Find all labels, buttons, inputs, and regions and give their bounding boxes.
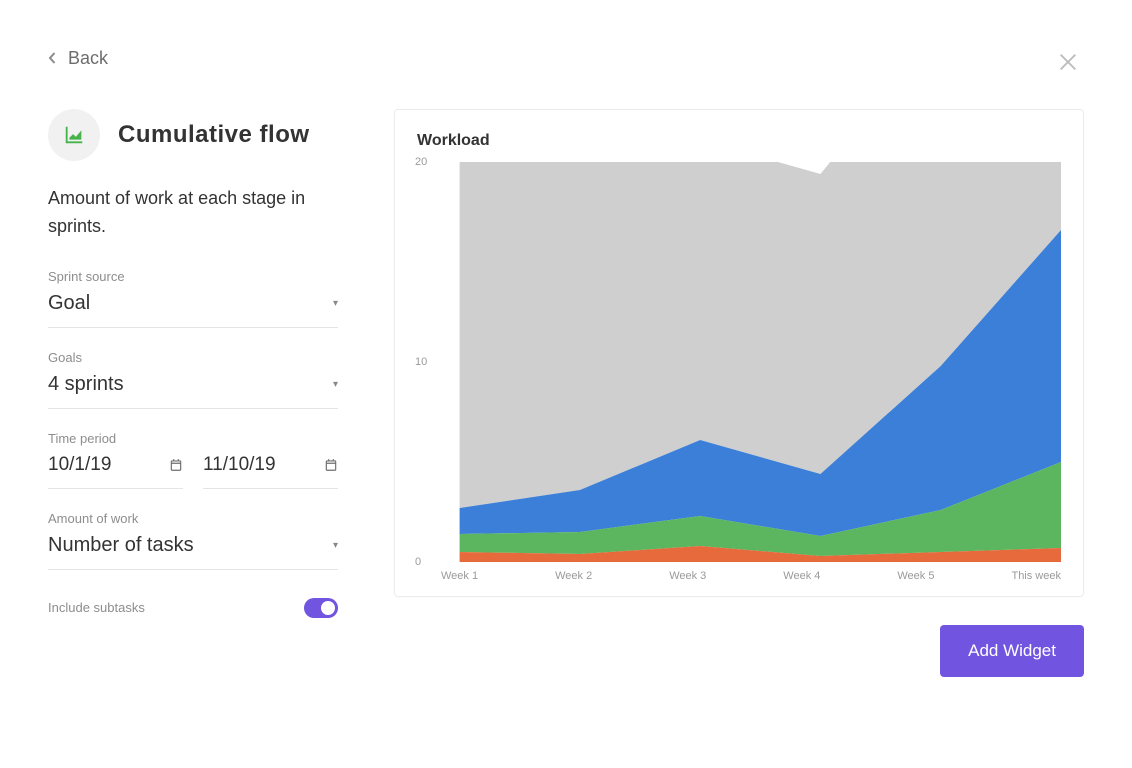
sprint-source-label: Sprint source [48,269,338,284]
chevron-down-icon: ▾ [333,379,338,390]
include-subtasks-toggle[interactable] [304,598,338,618]
chevron-down-icon: ▾ [333,298,338,309]
amount-of-work-select[interactable]: Number of tasks ▾ [48,534,338,570]
chart-title: Workload [417,132,1061,150]
date-to-value: 11/10/19 [203,454,276,476]
sprint-source-value: Goal [48,292,90,315]
back-label: Back [68,48,108,69]
area-chart-icon [48,109,100,161]
chart-x-ticks: Week 1Week 2Week 3Week 4Week 5This week [441,570,1061,582]
time-period-label: Time period [48,431,338,446]
back-button[interactable]: Back [48,48,108,69]
chevron-left-icon [48,52,56,66]
calendar-icon [169,458,183,472]
widget-description: Amount of work at each stage in sprints. [48,185,338,241]
toggle-knob [321,601,335,615]
include-subtasks-label: Include subtasks [48,600,145,615]
goals-value: 4 sprints [48,373,124,396]
close-button[interactable] [1054,48,1082,76]
workload-chart-card: Workload 20 10 0 Week 1Week 2Week 3Week … [394,109,1084,597]
add-widget-button[interactable]: Add Widget [940,625,1084,677]
sprint-source-select[interactable]: Goal ▾ [48,292,338,328]
goals-label: Goals [48,350,338,365]
date-from-value: 10/1/19 [48,454,111,476]
area-chart [441,162,1061,562]
calendar-icon [324,458,338,472]
widget-title: Cumulative flow [118,121,310,149]
amount-of-work-label: Amount of work [48,511,338,526]
date-to-input[interactable]: 11/10/19 [203,454,338,489]
config-panel: Cumulative flow Amount of work at each s… [48,109,338,618]
date-from-input[interactable]: 10/1/19 [48,454,183,489]
amount-of-work-value: Number of tasks [48,534,194,557]
chevron-down-icon: ▾ [333,540,338,551]
goals-select[interactable]: 4 sprints ▾ [48,373,338,409]
